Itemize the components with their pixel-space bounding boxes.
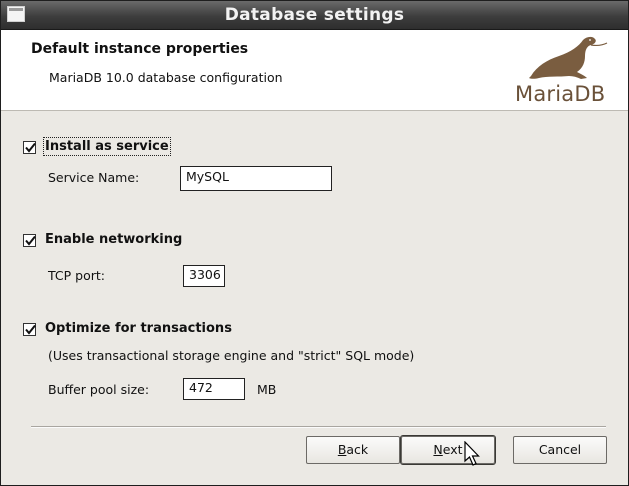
tcp-port-label: TCP port: bbox=[48, 268, 105, 283]
cancel-button[interactable]: Cancel bbox=[513, 436, 607, 464]
page-subtitle: MariaDB 10.0 database configuration bbox=[49, 70, 283, 85]
next-mnemonic: N bbox=[433, 442, 443, 457]
service-name-input[interactable]: MySQL bbox=[180, 166, 332, 191]
service-name-label: Service Name: bbox=[48, 170, 140, 185]
optimize-transactions-checkbox[interactable] bbox=[23, 323, 36, 336]
buffer-pool-size-input[interactable]: 472 bbox=[183, 378, 245, 400]
page-title: Default instance properties bbox=[31, 41, 249, 57]
back-button[interactable]: Back bbox=[306, 436, 400, 464]
enable-networking-checkbox[interactable] bbox=[23, 234, 36, 247]
mariadb-logo: MariaDB bbox=[507, 32, 617, 108]
checkmark-icon bbox=[25, 142, 36, 153]
checkmark-icon bbox=[25, 324, 36, 335]
checkmark-icon bbox=[25, 235, 36, 246]
optimize-transactions-label[interactable]: Optimize for transactions bbox=[45, 321, 232, 336]
database-settings-window: Database settings Default instance prope… bbox=[0, 0, 629, 486]
header-panel: Default instance properties MariaDB 10.0… bbox=[1, 30, 628, 111]
buffer-pool-unit: MB bbox=[257, 382, 277, 397]
title-bar[interactable]: Database settings bbox=[1, 1, 628, 30]
buffer-pool-size-label: Buffer pool size: bbox=[48, 382, 150, 397]
sea-lion-icon bbox=[529, 36, 608, 79]
back-button-label: ack bbox=[346, 442, 369, 457]
install-service-checkbox[interactable] bbox=[23, 141, 36, 154]
button-separator bbox=[31, 426, 606, 428]
next-button-label: ext bbox=[442, 442, 463, 457]
mariadb-logo-text: MariaDB bbox=[515, 82, 606, 106]
window-title: Database settings bbox=[224, 5, 405, 25]
transactions-description: (Uses transactional storage engine and "… bbox=[48, 348, 415, 363]
enable-networking-label[interactable]: Enable networking bbox=[45, 232, 182, 247]
tcp-port-input[interactable]: 3306 bbox=[183, 265, 225, 287]
mouse-pointer-icon bbox=[464, 441, 480, 466]
install-service-label[interactable]: Install as service bbox=[43, 137, 171, 156]
